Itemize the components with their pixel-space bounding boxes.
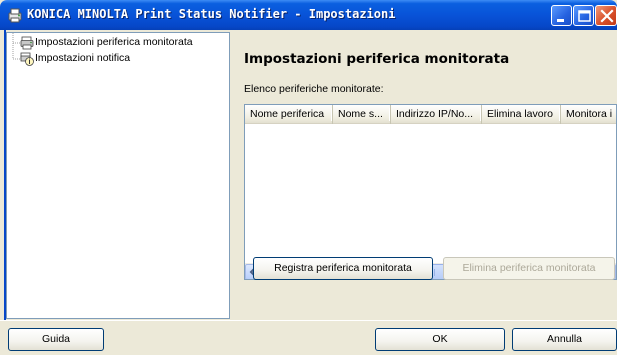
window-title: KONICA MINOLTA Print Status Notifier - I…: [27, 7, 396, 21]
column-header-s-name[interactable]: Nome s...: [333, 105, 391, 124]
cancel-button[interactable]: Annulla: [512, 328, 617, 351]
tree-connector-lines: [12, 33, 20, 60]
register-device-button[interactable]: Registra periferica monitorata: [253, 257, 433, 280]
ok-button[interactable]: OK: [375, 328, 505, 351]
tree-item-label: Impostazioni periferica monitorata: [35, 36, 193, 48]
close-button[interactable]: [595, 5, 617, 26]
column-header-monitor[interactable]: Monitora i: [561, 105, 616, 124]
section-title: Impostazioni periferica monitorata: [244, 51, 510, 67]
minimize-button[interactable]: [551, 5, 572, 26]
app-icon: [8, 8, 22, 23]
list-header: Nome periferica Nome s... Indirizzo IP/N…: [245, 105, 616, 124]
close-icon: [600, 9, 614, 23]
maximize-icon: [578, 10, 591, 22]
minimize-icon: [557, 19, 564, 22]
device-list-label: Elenco periferiche monitorate:: [244, 83, 384, 95]
notification-icon: [20, 52, 34, 66]
column-header-ip-address[interactable]: Indirizzo IP/No...: [391, 105, 482, 124]
settings-panel: Impostazioni periferica monitorata Elenc…: [234, 32, 617, 320]
delete-device-button[interactable]: Elimina periferica monitorata: [443, 257, 615, 280]
settings-window: KONICA MINOLTA Print Status Notifier - I…: [0, 0, 617, 355]
printer-icon: [20, 36, 34, 50]
column-header-device-name[interactable]: Nome periferica: [245, 105, 333, 124]
maximize-button[interactable]: [573, 5, 594, 26]
help-button[interactable]: Guida: [8, 328, 104, 351]
column-header-delete-job[interactable]: Elimina lavoro: [482, 105, 561, 124]
monitored-device-list[interactable]: Nome periferica Nome s... Indirizzo IP/N…: [244, 104, 617, 280]
tree-item-label: Impostazioni notifica: [35, 52, 131, 64]
title-bar[interactable]: KONICA MINOLTA Print Status Notifier - I…: [0, 0, 617, 30]
settings-tree: Impostazioni periferica monitorata Impos…: [6, 32, 230, 319]
